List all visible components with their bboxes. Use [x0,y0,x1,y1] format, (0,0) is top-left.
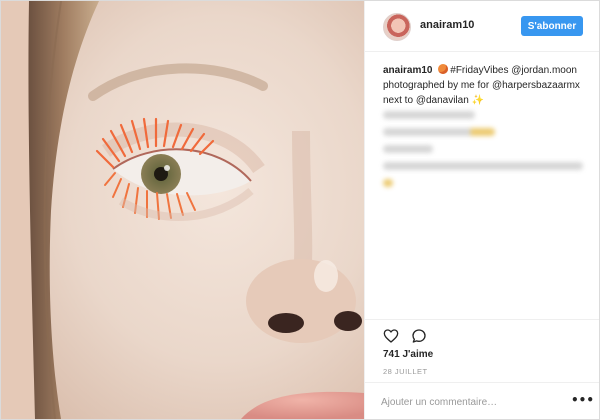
blurred-comment-line [383,128,495,136]
caption-author[interactable]: anairam10 [383,65,432,76]
follow-button[interactable]: S'abonner [521,16,583,36]
heart-icon[interactable] [383,328,399,344]
post-actions [365,319,599,350]
comment-input[interactable] [381,394,561,410]
post-caption: anairam10 #FridayVibes @jordan.moon phot… [383,63,585,108]
caption-mention-dana[interactable]: @danavilan [416,95,469,106]
caption-mention-jordan[interactable]: @jordan.moon [511,65,577,76]
post-side-panel: anairam10 S'abonner anairam10 #FridayVib… [364,1,599,419]
caption-hashtag[interactable]: #FridayVibes [450,65,508,76]
fire-emoji-icon [438,64,449,74]
post-header: anairam10 S'abonner [365,1,599,52]
avatar[interactable] [383,13,411,41]
post-frame: anairam10 S'abonner anairam10 #FridayVib… [0,0,600,420]
post-date: 28 JUILLET [383,367,428,376]
blurred-comment-line [383,162,583,170]
more-options-icon[interactable]: ••• [571,392,594,408]
username[interactable]: anairam10 [420,19,474,31]
blurred-comments [383,111,588,196]
blurred-comment-line [383,111,475,119]
portrait-image [1,1,364,419]
sparkles-emoji-icon: ✨ [471,95,485,106]
blurred-comment-line [383,179,393,187]
post-photo[interactable] [1,1,364,419]
likes-count[interactable]: 741 J'aime [383,349,433,360]
blurred-comment-line [383,145,433,153]
caption-text-2: next to [383,95,414,106]
comment-bar: ••• [365,382,599,419]
caption-text-1: photographed by me for [383,80,490,91]
comment-icon[interactable] [411,328,427,344]
caption-mention-harpers[interactable]: @harpersbazaarmx [492,80,580,91]
